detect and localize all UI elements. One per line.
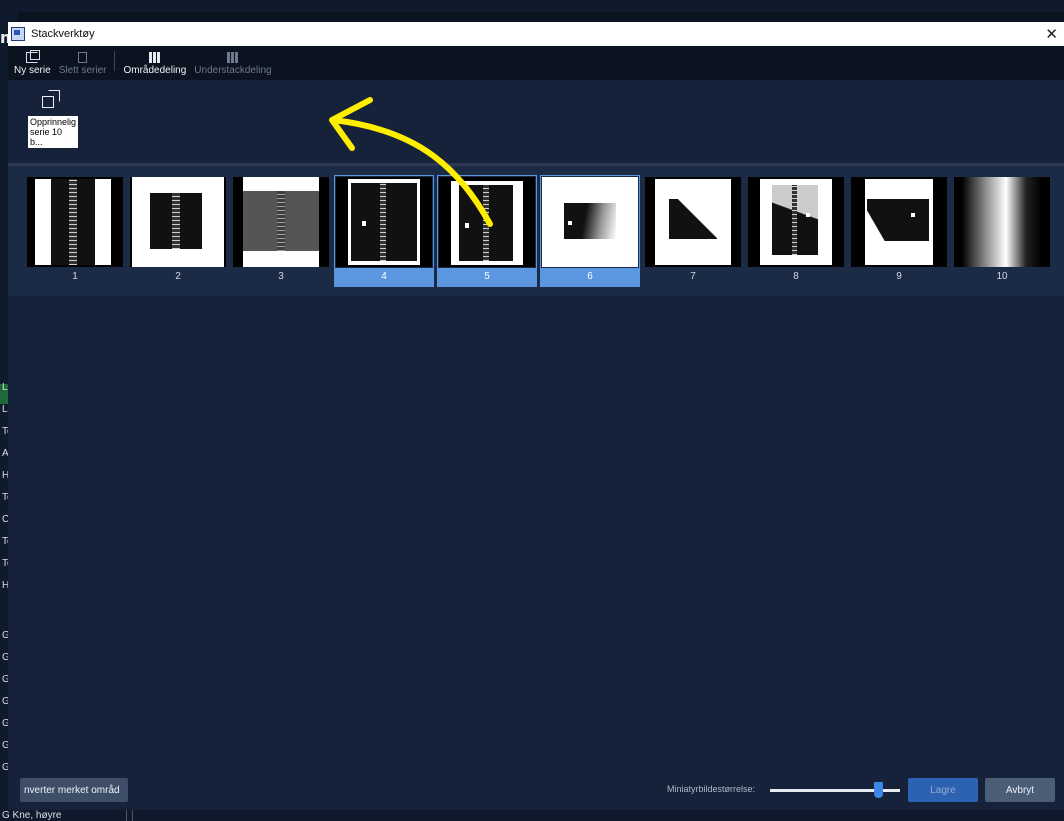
- thumbnail-image: [439, 177, 535, 267]
- thumbnail-image: [233, 177, 329, 267]
- series-caption: Opprinnelig serie 10 b...: [28, 116, 78, 148]
- thumbnail-label: 6: [541, 268, 639, 286]
- background-app-statusbar: G Kne, høyre: [0, 810, 1064, 821]
- trash-icon: [78, 52, 88, 63]
- close-button[interactable]: ✕: [1045, 25, 1058, 43]
- new-series-icon: [26, 50, 41, 63]
- thumbnail-image: [542, 177, 638, 267]
- thumbnail[interactable]: 1: [26, 176, 124, 286]
- thumbnail[interactable]: 3: [232, 176, 330, 286]
- new-series-label: Ny serie: [14, 65, 51, 76]
- dialog-footer: nverter merket områd Miniatyrbildestørre…: [8, 776, 1064, 810]
- thumbnail[interactable]: 6: [540, 175, 640, 287]
- substack-split-button[interactable]: Understackdeling: [194, 52, 272, 76]
- thumbnail-image: [27, 177, 123, 267]
- background-app-bottom-text: G Kne, høyre: [2, 810, 62, 821]
- background-app-separator: [126, 810, 127, 821]
- invert-selection-button[interactable]: nverter merket områd: [20, 778, 128, 802]
- app-icon: [11, 27, 25, 41]
- thumbnail-image: [851, 177, 947, 267]
- background-app-separator: [132, 810, 133, 821]
- new-series-button[interactable]: Ny serie: [14, 50, 51, 76]
- thumbnail-label: 4: [335, 268, 433, 286]
- thumbnail-label: 9: [896, 271, 902, 282]
- thumbnail[interactable]: 5: [437, 175, 537, 287]
- delete-series-button[interactable]: Slett serier: [58, 52, 107, 76]
- thumbnail-label: 2: [175, 271, 181, 282]
- dialog-titlebar: Stackverktøy ✕: [8, 22, 1064, 46]
- stack-icon: [42, 90, 64, 110]
- thumbnail-label: 7: [690, 271, 696, 282]
- area-split-button[interactable]: Områdedeling: [123, 52, 186, 76]
- toolbar-separator: [114, 51, 116, 71]
- stack-tool-dialog: Stackverktøy ✕ Ny serie Slett serier Omr…: [8, 22, 1064, 810]
- thumbnail-size-label: Miniatyrbildestørrelse:: [667, 784, 756, 794]
- thumbnail[interactable]: 10: [953, 176, 1051, 286]
- thumbnail-label: 1: [72, 271, 78, 282]
- thumbnail[interactable]: 8: [747, 176, 845, 286]
- delete-series-label: Slett serier: [58, 65, 107, 76]
- thumbnail-label: 10: [996, 271, 1008, 282]
- area-split-label: Områdedeling: [123, 65, 187, 76]
- toolbar: Ny serie Slett serier Områdedeling Under…: [8, 46, 1064, 80]
- main-canvas: [8, 296, 1064, 776]
- thumbnail-label: 5: [438, 268, 536, 286]
- thumbnail[interactable]: 9: [850, 176, 948, 286]
- cancel-button[interactable]: Avbryt: [985, 778, 1055, 802]
- thumbnail-strip: 1 2 3 4 5 6 7 8 9 10: [8, 166, 1064, 296]
- substack-grid-icon: [226, 52, 239, 63]
- thumbnail[interactable]: 4: [334, 175, 434, 287]
- thumbnail[interactable]: 2: [129, 176, 227, 286]
- thumbnail-size-slider-thumb[interactable]: [874, 782, 883, 798]
- background-app-topbar: [0, 0, 1064, 12]
- substack-split-label: Understackdeling: [194, 65, 272, 76]
- dialog-title: Stackverktøy: [31, 28, 95, 40]
- thumbnail-image: [748, 177, 844, 267]
- thumbnail-label: 3: [278, 271, 284, 282]
- thumbnail[interactable]: 7: [644, 176, 742, 286]
- thumbnail-image: [954, 177, 1050, 267]
- thumbnail-image: [645, 177, 741, 267]
- thumbnail-image: [336, 177, 432, 267]
- series-item-original[interactable]: Opprinnelig serie 10 b...: [28, 90, 88, 148]
- grid-icon: [148, 52, 161, 63]
- thumbnail-image: [130, 177, 226, 267]
- thumbnail-label: 8: [793, 271, 799, 282]
- save-button[interactable]: Lagre: [908, 778, 978, 802]
- series-panel: Opprinnelig serie 10 b...: [8, 80, 1064, 163]
